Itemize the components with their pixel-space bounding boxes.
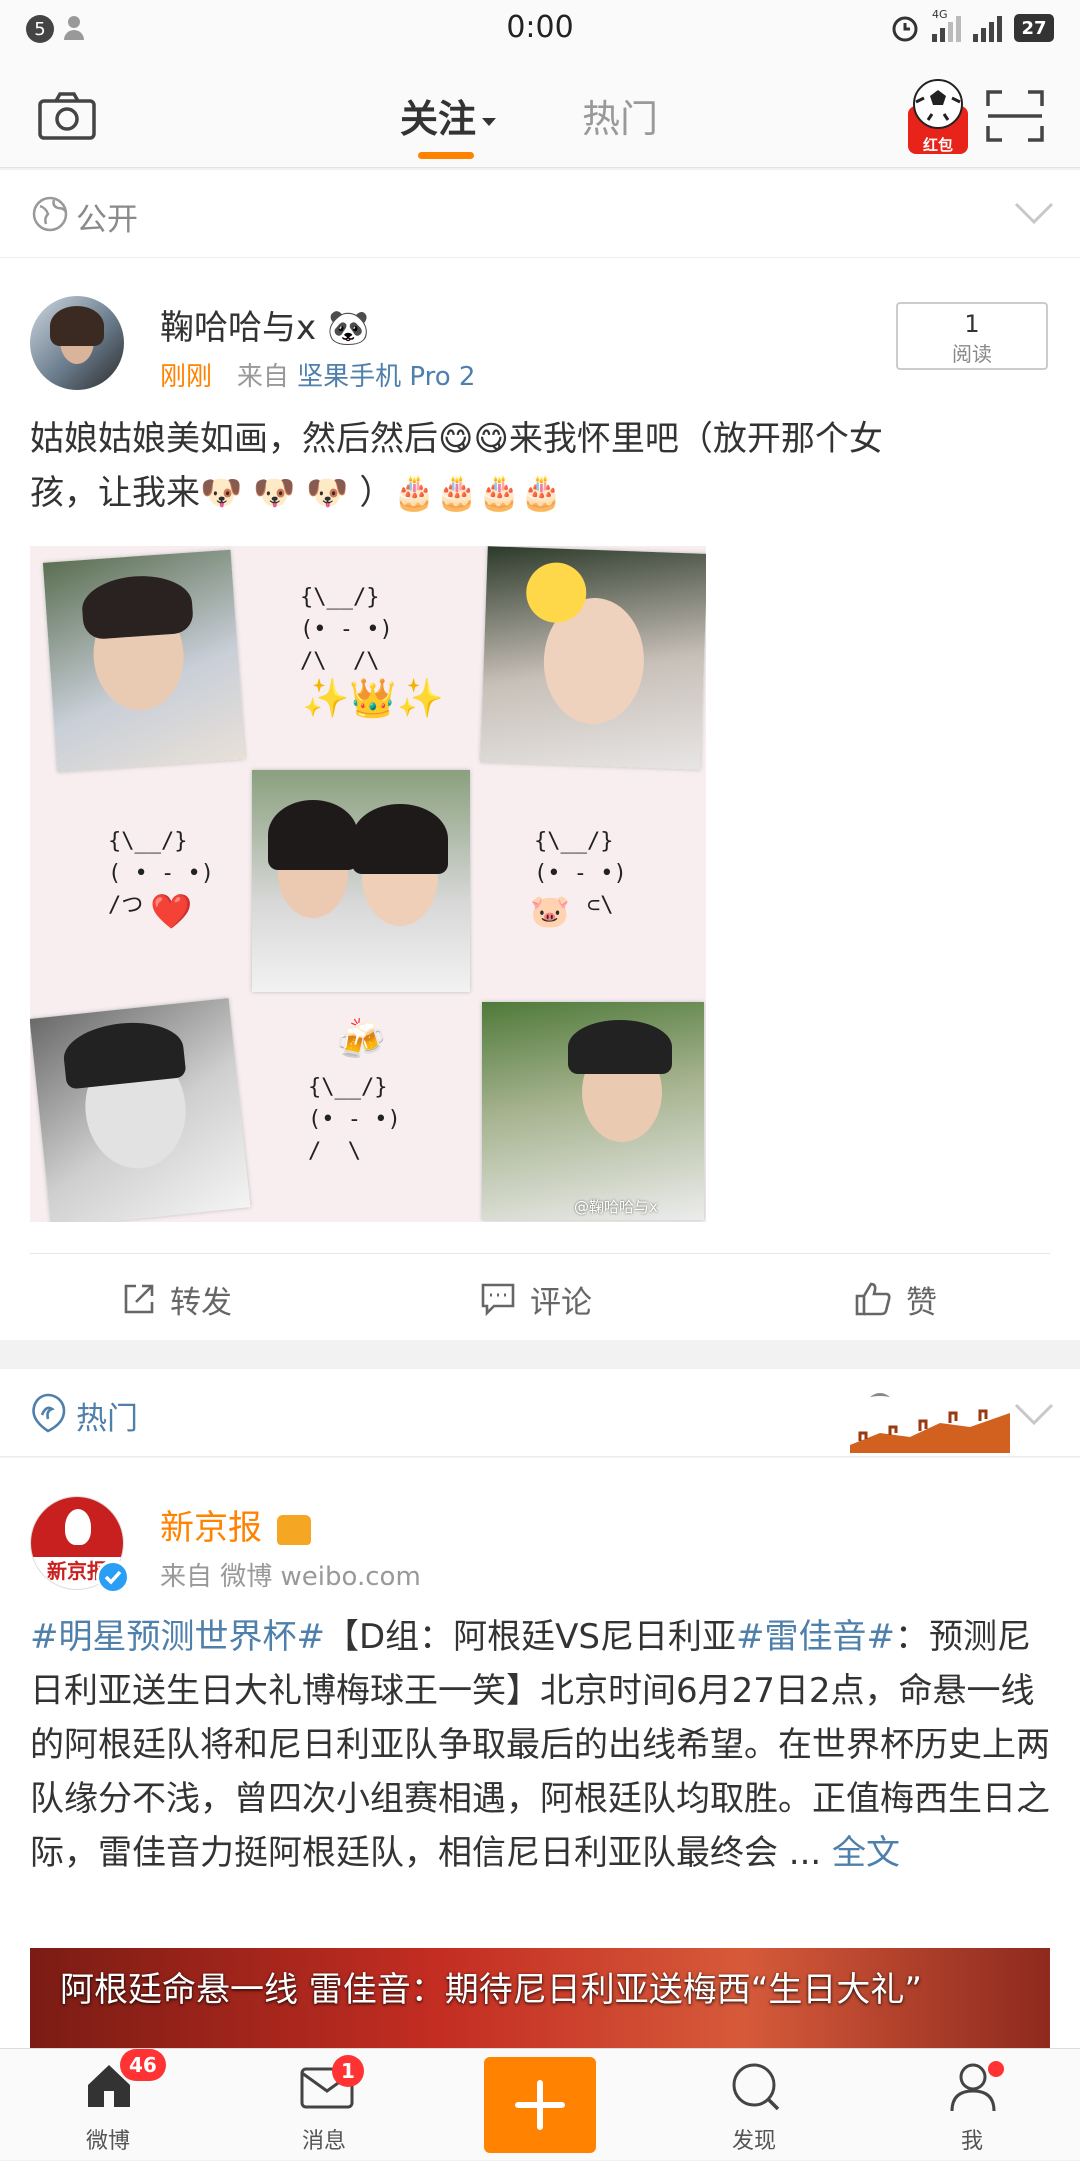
comment-icon — [481, 1283, 515, 1316]
post-text-segment: 【D组：阿根廷VS尼日利亚 — [324, 1617, 737, 1657]
full-text-link[interactable]: 全文 — [832, 1833, 900, 1873]
tab-messages-label: 消息 — [301, 2129, 346, 2154]
source-prefix: 来自 — [160, 1562, 213, 1592]
hashtag-link[interactable]: #明星预测世界杯# — [30, 1617, 325, 1657]
scan-icon[interactable] — [986, 90, 1044, 142]
crown-emoji: ✨👑✨ — [302, 676, 444, 720]
post-actions: 转发 评论 赞 — [0, 1254, 1080, 1340]
tab-follow[interactable]: 关注 — [400, 88, 497, 143]
red-packet-label: 红包 — [922, 136, 953, 154]
hot-section-header[interactable]: 热门 — [0, 1369, 1080, 1457]
beer-emoji: 🍻 — [336, 1017, 386, 1063]
great-wall-banner — [850, 1383, 1010, 1453]
heart-emoji: ❤️ — [150, 892, 193, 932]
compose-button[interactable] — [484, 2057, 596, 2153]
tab-hot[interactable]: 热门 — [582, 88, 658, 143]
kaomoji: {\__/} (• - •) / \ — [308, 1075, 401, 1164]
post-source[interactable]: 坚果手机 Pro 2 — [297, 362, 475, 392]
post-text-line: 孩，让我来🐶 🐶 🐶 ）🎂🎂🎂🎂 — [30, 473, 563, 513]
bottom-tab-bar: 46 微博 1 消息 发现 我 — [0, 2048, 1080, 2160]
read-count: 1 — [964, 310, 980, 338]
home-badge: 46 — [120, 2049, 166, 2081]
collage-photo — [30, 998, 251, 1222]
post-meta: 来自 微博 weibo.com — [160, 1556, 421, 1593]
collage-photo — [42, 549, 246, 773]
tab-messages[interactable]: 1 消息 — [264, 2049, 384, 2161]
red-packet-button[interactable]: 红包 — [906, 76, 970, 156]
messages-badge: 1 — [332, 2055, 364, 2087]
repost-button[interactable]: 转发 — [122, 1254, 232, 1344]
post-body: 姑娘姑娘美如画，然后然后😋😋来我怀里吧（放开那个女 孩，让我来🐶 🐶 🐶 ）🎂🎂… — [30, 412, 1050, 520]
plus-icon — [515, 2080, 565, 2130]
read-label: 阅读 — [952, 342, 992, 366]
kaomoji: {\__/} (• - •) /\ /\ — [300, 585, 393, 674]
battery-indicator: 27 — [1014, 14, 1054, 42]
tab-me-label: 我 — [960, 2129, 983, 2154]
alarm-icon — [892, 16, 918, 42]
repost-icon — [124, 1284, 154, 1314]
read-count-box: 1 阅读 — [896, 302, 1048, 370]
visibility-label: 公开 — [76, 202, 138, 238]
comment-button[interactable]: 评论 — [480, 1254, 592, 1344]
post-time: 刚刚 — [160, 362, 213, 392]
camera-icon[interactable] — [38, 92, 96, 140]
post-image[interactable]: {\__/} (• - •) /\ /\ ✨👑✨ {\__/} ( • - •)… — [30, 546, 706, 1222]
comment-label: 评论 — [530, 1284, 592, 1321]
chevron-down-icon — [482, 117, 497, 126]
like-button[interactable]: 赞 — [854, 1254, 937, 1344]
new-dot-badge — [988, 2061, 1004, 2077]
chevron-down-icon — [1014, 1403, 1054, 1425]
post-username[interactable]: 新京报 — [160, 1500, 311, 1549]
post-text-line: 姑娘姑娘美如画，然后然后😋😋来我怀里吧（放开那个女 — [30, 419, 883, 459]
tab-home-label: 微博 — [85, 2129, 130, 2154]
signal-icon — [973, 14, 1002, 42]
active-tab-indicator — [418, 152, 474, 159]
avatar[interactable] — [30, 296, 124, 390]
video-title: 阿根廷命悬一线 雷佳音：期待尼日利亚送梅西“生日大礼” — [60, 1970, 923, 2010]
post-body: #明星预测世界杯#【D组：阿根廷VS尼日利亚#雷佳音#：预测尼日利亚送生日大礼博… — [30, 1610, 1050, 1880]
hot-icon — [32, 1393, 66, 1433]
tab-discover[interactable]: 发现 — [694, 2049, 814, 2161]
repost-label: 转发 — [170, 1284, 232, 1321]
crown-icon — [276, 1514, 311, 1545]
top-nav-bar: 关注 热门 红包 — [0, 62, 1080, 168]
tab-discover-label: 发现 — [731, 2129, 776, 2154]
globe-icon — [32, 196, 68, 232]
post-meta: 刚刚 来自 坚果手机 Pro 2 — [160, 356, 475, 393]
feed-card: 鞠哈哈与x 🐼 刚刚 来自 坚果手机 Pro 2 1 阅读 姑娘姑娘美如画，然后… — [0, 258, 1080, 1340]
collage-photo — [480, 546, 706, 770]
hashtag-link[interactable]: #雷佳音# — [736, 1617, 895, 1657]
tab-me[interactable]: 我 — [912, 2049, 1032, 2161]
chevron-down-icon — [1014, 202, 1054, 224]
video-preview[interactable]: 阿根廷命悬一线 雷佳音：期待尼日利亚送梅西“生日大礼” — [30, 1948, 1050, 2048]
verified-icon — [96, 1560, 130, 1594]
like-label: 赞 — [906, 1284, 937, 1321]
panda-icon: 🐼 — [326, 308, 370, 348]
hot-label: 热门 — [76, 1401, 138, 1437]
feed-card: 新京报 新京报 来自 微博 weibo.com #明星预测世界杯#【D组：阿根廷… — [0, 1458, 1080, 2048]
post-source: 微博 weibo.com — [220, 1562, 421, 1592]
post-username[interactable]: 鞠哈哈与x 🐼 — [160, 300, 369, 349]
image-watermark: @鞠哈哈与x — [574, 1198, 658, 1216]
status-bar: 5 0:00 4G 27 — [0, 0, 1080, 62]
visibility-selector[interactable]: 公开 — [0, 170, 1080, 258]
signal-4g-icon: 4G — [932, 8, 961, 42]
collage-photo — [482, 1002, 704, 1220]
search-icon — [732, 2063, 780, 2111]
source-prefix: 来自 — [236, 362, 289, 392]
tab-home[interactable]: 46 微博 — [48, 2049, 168, 2161]
collage-photo — [252, 770, 470, 992]
thumbs-up-icon — [855, 1282, 891, 1316]
pig-emoji: 🐷 — [530, 892, 570, 930]
